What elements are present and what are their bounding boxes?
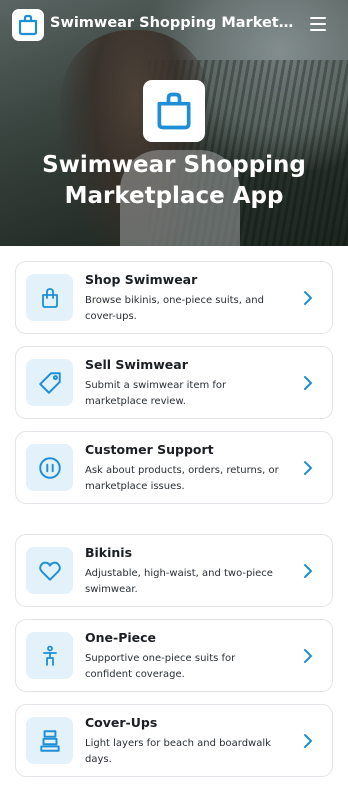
- hero-banner: Swimwear Shopping Marketplace App Swimwe…: [0, 0, 348, 246]
- heart-icon: [38, 561, 61, 581]
- card-title: Shop Swimwear: [85, 272, 198, 287]
- card-description: Submit a swimwear item for marketplace r…: [85, 380, 227, 407]
- card-icon-box: [26, 632, 73, 679]
- card-customer-support[interactable]: Customer Support Ask about products, ord…: [15, 431, 333, 504]
- card-shop-swimwear[interactable]: Shop Swimwear Browse bikinis, one-piece …: [15, 261, 333, 334]
- chevron-right-icon: [304, 734, 312, 748]
- card-description: Light layers for beach and boardwalk day…: [85, 738, 271, 765]
- card-description: Browse bikinis, one-piece suits, and cov…: [85, 295, 264, 322]
- chevron-right-icon: [304, 649, 312, 663]
- card-description: Supportive one-piece suits for confident…: [85, 653, 236, 680]
- card-sell-swimwear[interactable]: Sell Swimwear Submit a swimwear item for…: [15, 346, 333, 419]
- top-bar: Swimwear Shopping Marketplace App: [0, 0, 348, 50]
- layers-icon: [39, 729, 60, 752]
- card-title: Cover-Ups: [85, 715, 158, 730]
- shopping-bag-icon: [157, 92, 191, 130]
- card-title: Sell Swimwear: [85, 357, 188, 372]
- person-icon: [42, 645, 57, 666]
- app-title: Swimwear Shopping Marketplace App: [50, 15, 300, 31]
- card-title: One-Piece: [85, 630, 157, 645]
- card-icon-box: [26, 444, 73, 491]
- card-icon-box: [26, 359, 73, 406]
- card-title: Customer Support: [85, 442, 214, 457]
- card-icon-box: [26, 717, 73, 764]
- card-description: Adjustable, high-waist, and two-piece sw…: [85, 568, 273, 595]
- chevron-right-icon: [304, 461, 312, 475]
- card-icon-box: [26, 547, 73, 594]
- chevron-right-icon: [304, 291, 312, 305]
- card-one-piece[interactable]: One-Piece Supportive one-piece suits for…: [15, 619, 333, 692]
- app-logo[interactable]: [12, 9, 44, 41]
- hero-title: Swimwear Shopping Marketplace App: [42, 152, 306, 209]
- card-title: Bikinis: [85, 545, 133, 560]
- shopping-bag-icon: [41, 287, 58, 308]
- hamburger-menu-icon[interactable]: [310, 16, 328, 32]
- card-bikinis[interactable]: Bikinis Adjustable, high-waist, and two-…: [15, 534, 333, 607]
- card-icon-box: [26, 274, 73, 321]
- chevron-right-icon: [304, 376, 312, 390]
- hero-logo: [143, 80, 205, 142]
- price-tag-icon: [38, 371, 61, 394]
- chevron-right-icon: [304, 564, 312, 578]
- card-cover-ups[interactable]: Cover-Ups Light layers for beach and boa…: [15, 704, 333, 777]
- support-chat-icon: [38, 456, 61, 479]
- shopping-bag-icon: [18, 14, 38, 36]
- card-description: Ask about products, orders, returns, or …: [85, 465, 279, 492]
